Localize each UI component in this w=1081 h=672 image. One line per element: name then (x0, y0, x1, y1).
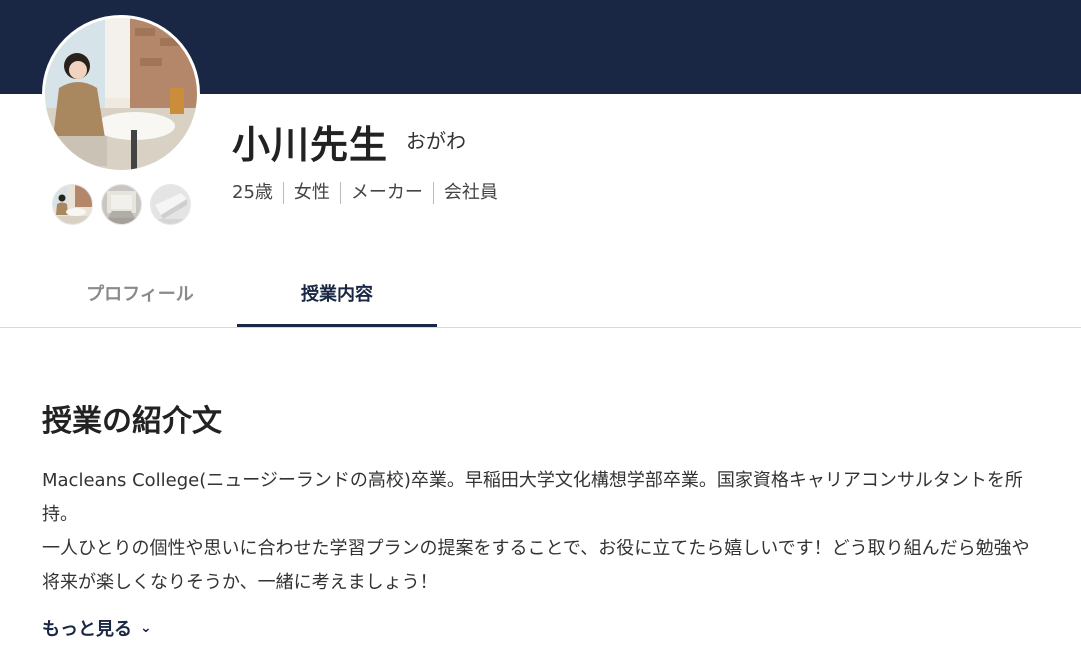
section-title: 授業の紹介文 (42, 404, 222, 439)
attribute-gender: 女性 (282, 182, 340, 204)
show-more-button[interactable]: もっと見る ⌄ (42, 615, 152, 641)
chevron-down-icon: ⌄ (140, 620, 152, 636)
tab-divider (0, 327, 1081, 328)
show-more-label: もっと見る (42, 619, 132, 640)
profile-photo[interactable] (42, 15, 200, 173)
photo-thumbnail-1[interactable] (53, 185, 92, 224)
teacher-name: 小川先生 (232, 123, 389, 167)
photo-thumbnails (53, 185, 190, 224)
intro-paragraph-2: 一人ひとりの個性や思いに合わせた学習プランの提案をすることで、お役に立てたら嬉し… (42, 538, 1030, 593)
teacher-attributes: 25歳 女性 メーカー 会社員 (232, 182, 508, 204)
lesson-introduction: Macleans College(ニュージーランドの高校)卒業。早稲田大学文化構… (42, 464, 1042, 600)
photo-thumbnail-3[interactable] (151, 185, 190, 224)
photo-thumbnail-2[interactable] (102, 185, 141, 224)
tab-lesson-content[interactable]: 授業内容 (237, 264, 437, 327)
attribute-occupation: 会社員 (432, 182, 508, 204)
tab-bar: プロフィール 授業内容 (42, 264, 1081, 327)
teacher-name-row: 小川先生 おがわ (232, 114, 466, 169)
teacher-name-kana: おがわ (406, 129, 467, 153)
attribute-age: 25歳 (232, 182, 273, 203)
tab-profile[interactable]: プロフィール (42, 264, 238, 327)
intro-paragraph-1: Macleans College(ニュージーランドの高校)卒業。早稲田大学文化構… (42, 470, 1023, 525)
attribute-industry: メーカー (339, 182, 433, 204)
